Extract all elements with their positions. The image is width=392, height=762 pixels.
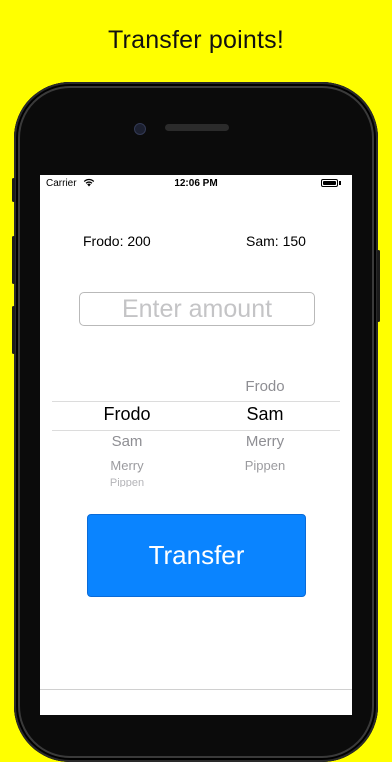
score-sam: Sam: 150: [246, 233, 306, 249]
picker-from-option[interactable]: Pippen: [57, 477, 197, 487]
picker-to-option[interactable]: Merry: [195, 433, 335, 450]
score-frodo: Frodo: 200: [83, 233, 151, 249]
player-picker[interactable]: Frodo Sam Merry Pippen Frodo Sam Merry P…: [52, 371, 340, 489]
picker-to-option[interactable]: Pippen: [195, 458, 335, 473]
volume-up-button: [12, 236, 15, 284]
headline: Transfer points!: [108, 26, 284, 54]
app-screen: Carrier 12:06 PM Frodo: 200 Sam: 150 Fro…: [40, 175, 352, 715]
battery-icon: [321, 179, 338, 187]
picker-from-option[interactable]: Merry: [57, 458, 197, 473]
mute-switch: [12, 178, 15, 202]
front-camera-icon: [134, 123, 146, 135]
bottom-divider: [40, 689, 352, 690]
transfer-button[interactable]: Transfer: [87, 514, 306, 597]
picker-from-selected[interactable]: Frodo: [57, 404, 197, 425]
picker-to-selected[interactable]: Sam: [195, 404, 335, 425]
power-button: [377, 250, 380, 322]
volume-down-button: [12, 306, 15, 354]
amount-input[interactable]: [79, 292, 315, 326]
picker-from-option[interactable]: Sam: [57, 433, 197, 450]
status-time: 12:06 PM: [174, 178, 218, 189]
earpiece-speaker: [165, 124, 229, 131]
status-bar: Carrier 12:06 PM: [40, 175, 352, 193]
battery-cap: [339, 181, 341, 185]
picker-to-option[interactable]: Frodo: [195, 378, 335, 395]
